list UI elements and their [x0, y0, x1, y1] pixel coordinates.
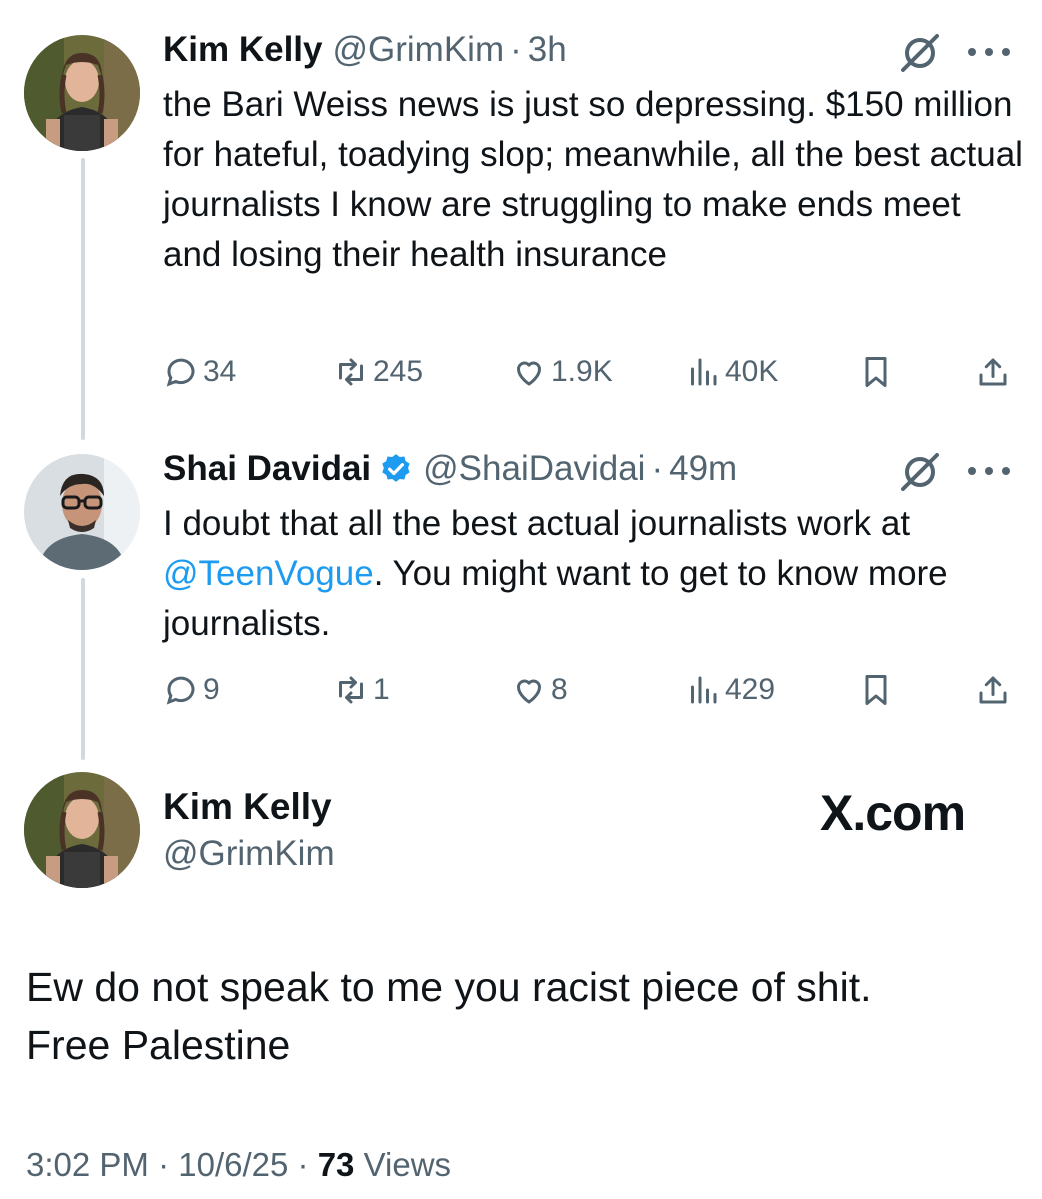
verified-badge-icon[interactable] — [379, 452, 413, 486]
avatar[interactable] — [24, 35, 140, 151]
author-handle[interactable]: @GrimKim — [333, 28, 505, 72]
like-count: 8 — [551, 673, 568, 706]
share-icon[interactable] — [975, 672, 1011, 708]
repost-button[interactable]: 1 — [333, 670, 390, 710]
repost-icon — [339, 676, 363, 704]
separator-dot: · — [651, 449, 664, 488]
grok-icon[interactable] — [899, 32, 941, 74]
repost-button[interactable]: 245 — [333, 352, 423, 392]
tweet-header: Shai Davidai @ShaiDavidai · 49m — [163, 447, 737, 491]
repost-icon — [339, 358, 363, 386]
post-date[interactable]: 10/6/25 — [178, 1146, 288, 1183]
more-icon[interactable] — [966, 46, 1012, 58]
like-count: 1.9K — [551, 355, 613, 388]
views-count: 40K — [725, 355, 779, 388]
main-tweet-line: Free Palestine — [26, 1022, 291, 1068]
action-bar: 9 1 8 429 — [163, 670, 1023, 710]
views-count: 429 — [725, 673, 776, 706]
action-bar: 34 245 1.9K 40K — [163, 352, 1023, 392]
like-button[interactable]: 8 — [511, 670, 568, 710]
views-button[interactable]: 40K — [685, 352, 778, 392]
views-count: 73 — [317, 1146, 355, 1183]
grok-icon[interactable] — [899, 451, 941, 493]
separator-dot: · — [158, 1146, 170, 1183]
separator-dot: · — [510, 30, 522, 69]
author-handle[interactable]: @GrimKim — [163, 834, 335, 874]
views-label: Views — [363, 1146, 452, 1183]
repost-count: 1 — [373, 673, 390, 706]
xcom-watermark: X.com — [820, 785, 966, 841]
tweet-text-part: I doubt that all the best actual journal… — [163, 504, 911, 543]
author-handle[interactable]: @ShaiDavidai — [423, 447, 645, 491]
reply-count: 9 — [203, 673, 220, 706]
bookmark-icon[interactable] — [858, 354, 894, 390]
tweet-text: the Bari Weiss news is just so depressin… — [163, 85, 1023, 274]
bookmark-icon[interactable] — [858, 672, 894, 708]
reply-count: 34 — [203, 355, 237, 388]
timestamp[interactable]: 49m — [669, 447, 737, 491]
thread-line — [81, 578, 85, 760]
author-name[interactable]: Kim Kelly — [163, 28, 323, 72]
reply-button[interactable]: 9 — [163, 670, 220, 710]
like-icon — [517, 679, 541, 704]
avatar[interactable] — [24, 772, 140, 888]
author-name[interactable]: Shai Davidai — [163, 447, 371, 491]
more-icon[interactable] — [966, 465, 1012, 477]
like-icon — [517, 361, 541, 386]
main-tweet-text: Ew do not speak to me you racist piece o… — [26, 958, 1016, 1074]
author-name[interactable]: Kim Kelly — [163, 786, 332, 828]
separator-dot: · — [297, 1146, 309, 1183]
tweet-text: I doubt that all the best actual journal… — [163, 499, 1023, 649]
views-icon — [691, 358, 717, 386]
post-time[interactable]: 3:02 PM — [26, 1146, 149, 1183]
views-icon — [691, 676, 717, 704]
reply-icon — [166, 676, 195, 705]
mention-link[interactable]: @TeenVogue — [163, 554, 374, 593]
reply-button[interactable]: 34 — [163, 352, 236, 392]
like-button[interactable]: 1.9K — [511, 352, 613, 392]
views-button[interactable]: 429 — [685, 670, 775, 710]
reply-icon — [166, 358, 195, 387]
timestamp[interactable]: 3h — [528, 28, 567, 72]
main-tweet-line: Ew do not speak to me you racist piece o… — [26, 964, 872, 1010]
avatar[interactable] — [24, 454, 140, 570]
share-icon[interactable] — [975, 354, 1011, 390]
repost-count: 245 — [373, 355, 424, 388]
tweet-header: Kim Kelly @GrimKim · 3h — [163, 28, 567, 72]
tweet-meta: 3:02 PM · 10/6/25 · 73 Views — [26, 1146, 451, 1184]
thread-line — [81, 158, 85, 440]
